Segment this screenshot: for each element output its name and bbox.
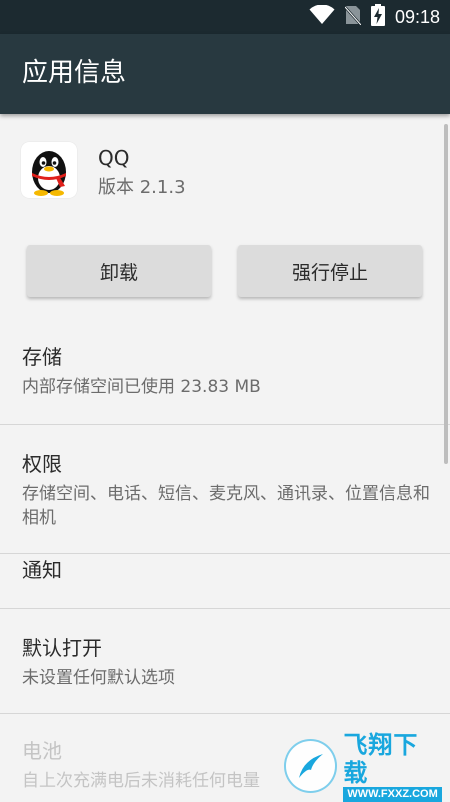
app-header: QQ 版本 2.1.3 xyxy=(0,142,450,206)
battery-charging-icon xyxy=(370,4,385,30)
open-by-default-title: 默认打开 xyxy=(22,636,102,660)
watermark-logo-icon xyxy=(284,739,338,793)
status-bar: 09:18 xyxy=(0,0,450,34)
watermark-brand: 飞翔下载 xyxy=(343,730,419,787)
app-info-content[interactable]: QQ 版本 2.1.3 卸载 强行停止 存储 内部存储空间已使用 23.83 M… xyxy=(0,114,450,800)
watermark-url: WWW.FXXZ.COM xyxy=(343,786,442,802)
notifications-section[interactable]: 通知 xyxy=(0,554,450,608)
storage-section[interactable]: 存储 内部存储空间已使用 23.83 MB xyxy=(0,338,450,424)
permissions-title: 权限 xyxy=(22,452,62,476)
action-buttons: 卸载 强行停止 xyxy=(0,245,450,299)
permissions-summary: 存储空间、电话、短信、麦克风、通讯录、位置信息和相机 xyxy=(22,484,430,528)
app-version: 版本 2.1.3 xyxy=(98,177,186,198)
status-time: 09:18 xyxy=(394,6,440,27)
storage-summary: 内部存储空间已使用 23.83 MB xyxy=(22,377,261,397)
page-title: 应用信息 xyxy=(22,58,127,88)
storage-title: 存储 xyxy=(22,345,62,369)
open-by-default-section[interactable]: 默认打开 未设置任何默认选项 xyxy=(0,609,450,713)
scrollbar[interactable] xyxy=(444,124,448,464)
battery-title: 电池 xyxy=(22,739,62,763)
open-by-default-summary: 未设置任何默认选项 xyxy=(22,668,175,688)
watermark-text: 飞翔下载 WWW.FXXZ.COM xyxy=(343,731,442,802)
qq-penguin-icon xyxy=(21,142,77,198)
uninstall-button[interactable]: 卸载 xyxy=(27,245,211,297)
force-stop-button[interactable]: 强行停止 xyxy=(238,245,422,297)
no-sim-icon xyxy=(344,5,362,29)
status-icons: 09:18 xyxy=(309,4,440,30)
app-name: QQ xyxy=(98,146,130,170)
notifications-title: 通知 xyxy=(22,558,62,582)
permissions-section[interactable]: 权限 存储空间、电话、短信、麦克风、通讯录、位置信息和相机 xyxy=(0,425,450,553)
app-bar: 应用信息 xyxy=(0,34,450,114)
wifi-icon xyxy=(309,4,335,29)
watermark: 飞翔下载 WWW.FXXZ.COM xyxy=(284,731,442,802)
